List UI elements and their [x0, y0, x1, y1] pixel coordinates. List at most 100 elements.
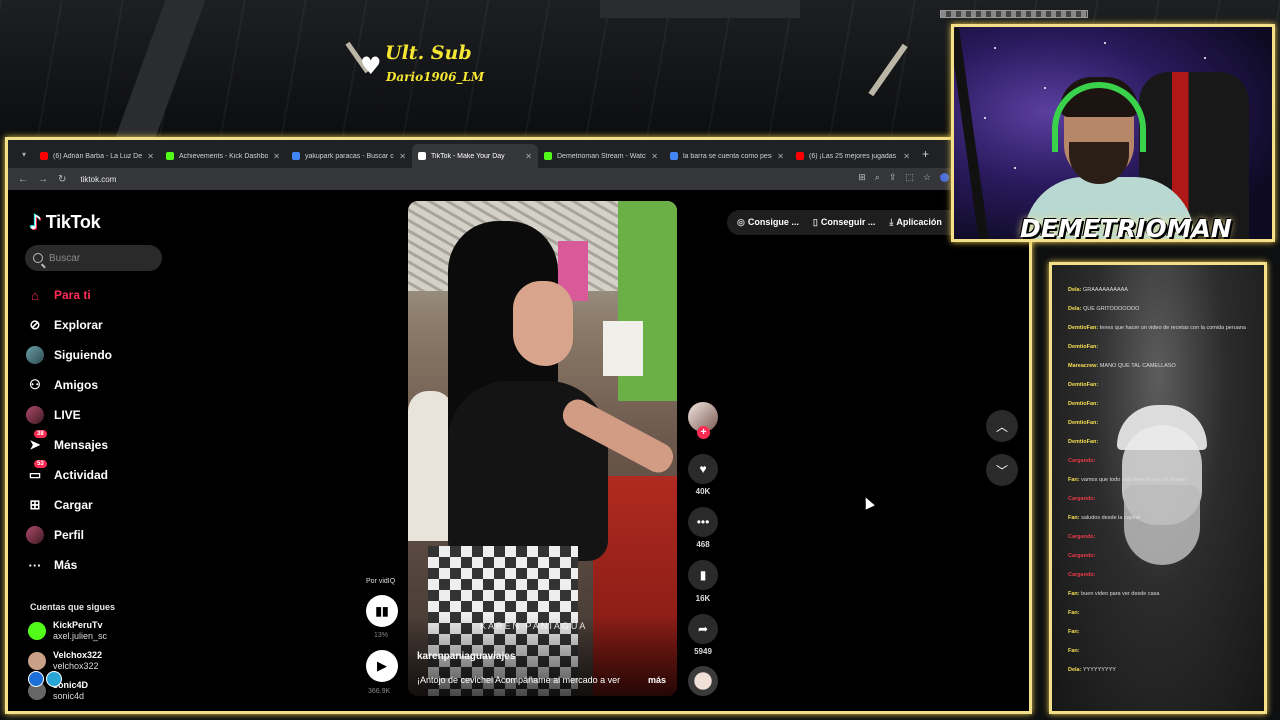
browser-tab[interactable]: (6) Adrián Barba - La Luz Del Fu ✕ — [34, 144, 160, 168]
next-video-button[interactable]: ﹀ — [986, 454, 1018, 486]
browser-tab[interactable]: Achievements - Kick Dashboard ✕ — [160, 144, 286, 168]
chat-message: Fan: — [1068, 629, 1080, 636]
share-icon[interactable]: ⇪ — [889, 172, 897, 183]
sidebar-item-label: Mensajes — [54, 438, 109, 452]
close-icon[interactable]: ✕ — [147, 152, 154, 161]
like-count: 40K — [695, 487, 711, 496]
screen-record-icon[interactable] — [28, 671, 44, 687]
comment-count: 468 — [696, 540, 710, 549]
sidebar-item-amigos[interactable]: ⚇ Amigos — [26, 370, 186, 400]
play-button[interactable]: ▶ — [366, 650, 398, 682]
ceiling-beam — [600, 0, 800, 18]
sidebar-item-perfil[interactable]: Perfil — [26, 520, 186, 550]
sidebar-item-cargar[interactable]: ⊞ Cargar — [26, 490, 186, 520]
sidebar-item-live[interactable]: LIVE — [26, 400, 186, 430]
install-icon[interactable]: ⬚ — [905, 172, 914, 183]
bookmark-star-icon[interactable]: ☆ — [923, 172, 931, 183]
sidebar-item-mensajes[interactable]: ➤ 38 Mensajes — [26, 430, 186, 460]
following-account[interactable]: Velchox322 velchox322 — [28, 650, 102, 672]
sidebar-nav: ⌂ Para ti ⊘ Explorar Siguiendo ⚇ Amigos LIVE ➤ 38… — [26, 280, 186, 580]
browser-tab[interactable]: TikTok - Make Your Day ✕ — [412, 144, 538, 168]
close-icon[interactable]: ✕ — [399, 152, 406, 161]
phone-icon: ▯ — [812, 217, 818, 227]
avatar — [26, 346, 44, 364]
get-coins-button[interactable]: ◎ Consigue ... — [737, 217, 799, 228]
search-box — [25, 245, 162, 271]
like-button[interactable]: ♥ — [688, 454, 718, 484]
avatar — [28, 652, 46, 670]
sidebar-item-más[interactable]: ··· Más — [26, 550, 186, 580]
home-icon: ⌂ — [31, 287, 39, 303]
chat-message: DemtioFan: tenes que hacer un video de r… — [1068, 325, 1246, 332]
save-count: 16K — [695, 594, 711, 603]
account-name: KickPeruTv — [53, 620, 103, 630]
close-icon[interactable]: ✕ — [651, 152, 658, 161]
last-sub-alert: ♥ Ult. Sub Dario1906_LM — [360, 40, 500, 90]
caption-more-link[interactable]: más — [648, 675, 666, 685]
chat-username: Mareacrew: — [1068, 363, 1099, 369]
chat-text: buen video para ver desde casa — [1081, 591, 1160, 597]
tab-favicon-icon — [796, 152, 804, 160]
zoom-icon[interactable]: ⌕ — [875, 172, 880, 183]
comment-button[interactable]: ••• — [688, 507, 718, 537]
profile-avatar[interactable] — [940, 173, 949, 182]
close-icon[interactable]: ✕ — [525, 152, 532, 161]
get-app-button[interactable]: ▯ Conseguir ... — [813, 217, 875, 228]
new-tab-button[interactable]: + — [922, 147, 929, 161]
tab-label: la barra se cuenta como peso — [683, 152, 773, 160]
compass-icon: ⊘ — [29, 317, 41, 332]
browser-tab[interactable]: (6) ¡Las 25 mejores jugadas de ✕ — [790, 144, 916, 168]
save-button[interactable]: ▮ — [688, 560, 718, 590]
account-handle: sonic4d — [53, 691, 85, 701]
sidebar-item-explorar[interactable]: ⊘ Explorar — [26, 310, 186, 340]
tab-list-icon[interactable]: ▾ — [14, 150, 34, 159]
webcam-feed — [951, 24, 1275, 242]
chat-message: Fan: vamos que todo sale bien hoy en el … — [1068, 477, 1186, 484]
browser-tab[interactable]: la barra se cuenta como peso ✕ — [664, 144, 790, 168]
tab-bar: ▾ (6) Adrián Barba - La Luz Del Fu✕Achie… — [8, 140, 1029, 168]
following-account[interactable]: KickPeruTv axel.julien_sc — [28, 620, 107, 642]
more-icon: ··· — [28, 557, 42, 573]
comment-icon: ••• — [696, 515, 710, 529]
share-button[interactable]: ➦ — [688, 614, 718, 644]
close-icon[interactable]: ✕ — [777, 152, 784, 161]
search-input[interactable] — [49, 252, 149, 264]
follow-plus-icon[interactable]: + — [697, 426, 710, 439]
vidiq-stats-button[interactable]: ▮▮ — [366, 595, 398, 627]
search-icon — [33, 253, 43, 263]
tab-favicon-icon — [670, 152, 678, 160]
chevron-down-icon: ﹀ — [995, 463, 1008, 478]
mouse-cursor — [861, 495, 875, 510]
back-icon[interactable]: ← — [18, 174, 28, 185]
chat-message: DemtioFan: — [1068, 382, 1098, 389]
url-field[interactable]: tiktok.com — [80, 175, 116, 184]
close-icon[interactable]: ✕ — [273, 152, 280, 161]
browser-tab[interactable]: Demetrioman Stream - Watch ✕ — [538, 144, 664, 168]
forward-icon[interactable]: → — [38, 174, 48, 185]
tab-favicon-icon — [418, 152, 426, 160]
browser-tab[interactable]: yakupark paracas - Buscar con ✕ — [286, 144, 412, 168]
sidebar-item-para-ti[interactable]: ⌂ Para ti — [26, 280, 186, 310]
heart-icon: ♥ — [699, 462, 707, 476]
video-username[interactable]: karenpaniaguaviajes — [417, 651, 515, 662]
ext-widget-icon[interactable] — [46, 671, 62, 687]
sidebar-item-label: Explorar — [54, 318, 103, 332]
app-download-button[interactable]: ⤓ Aplicación — [889, 217, 942, 228]
sidebar-item-siguiendo[interactable]: Siguiendo — [26, 340, 186, 370]
sidebar-item-actividad[interactable]: ▭ 53 Actividad — [26, 460, 186, 490]
translate-icon[interactable]: ⊞ — [858, 172, 866, 183]
tab-label: (6) Adrián Barba - La Luz Del Fu — [53, 152, 143, 160]
music-disc[interactable] — [688, 666, 718, 696]
chat-username: DemtioFan: — [1068, 401, 1099, 407]
prev-video-button[interactable]: ︿ — [986, 410, 1018, 442]
vidiq-views: 366.9K — [368, 688, 391, 695]
tiktok-logo[interactable]: ♪ TikTok — [29, 210, 101, 234]
chat-message: Fan: saludos desde la capital — [1068, 515, 1140, 522]
avatar — [26, 526, 44, 544]
bookmark-icon: ▮ — [699, 568, 707, 582]
video-player[interactable]: KAREN PANIAGUA karenpaniaguaviajes ¡Anto… — [408, 201, 677, 696]
reload-icon[interactable]: ↻ — [58, 174, 66, 185]
chat-message: DemtioFan: — [1068, 439, 1098, 446]
chat-text: tenes que hacer un video de recetas con … — [1099, 325, 1246, 331]
close-icon[interactable]: ✕ — [903, 152, 910, 161]
